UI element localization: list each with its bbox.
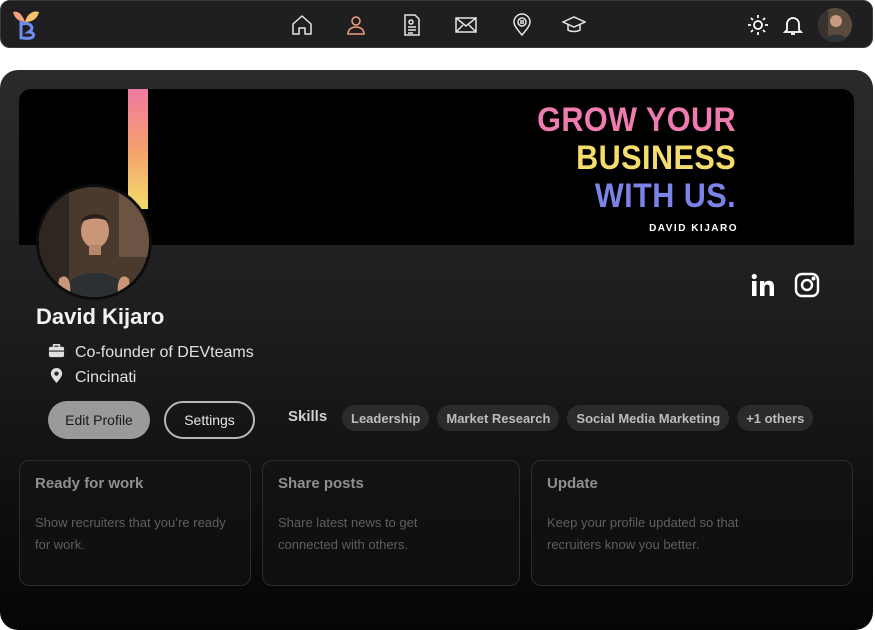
skills-label: Skills — [288, 408, 328, 425]
tile-title: Update — [547, 475, 598, 492]
profile-role: Co-founder of DEVteams — [75, 344, 254, 361]
tile-description: Share latest news to get connected with … — [278, 515, 418, 552]
profile-name: David Kijaro — [36, 304, 165, 329]
app-logo[interactable] — [9, 8, 49, 42]
update-profile-tile[interactable]: Update Keep your profile updated so that… — [531, 460, 853, 586]
more-skills-chip[interactable]: +1 others — [737, 405, 814, 431]
share-posts-tile[interactable]: Share posts Share latest news to get con… — [262, 460, 520, 586]
profile-icon[interactable] — [344, 13, 368, 37]
banner-headline-line-1: GROW YOUR — [537, 101, 736, 139]
home-icon[interactable] — [290, 13, 314, 37]
map-pin-icon — [48, 367, 65, 389]
briefcase-icon — [48, 342, 65, 364]
role-row: Co-founder of DEVteams — [48, 342, 254, 364]
mail-icon[interactable] — [454, 13, 478, 37]
top-navigation-bar — [0, 0, 873, 48]
tile-description: Keep your profile updated so that recrui… — [547, 515, 739, 552]
resume-icon[interactable] — [400, 13, 424, 37]
location-icon[interactable] — [510, 13, 534, 37]
skill-chip[interactable]: Market Research — [437, 405, 560, 431]
banner-headline-line-2: BUSINESS — [575, 139, 736, 177]
banner-headline: GROW YOUR BUSINESS WITH US. — [537, 101, 736, 215]
profile-location: Cincinati — [75, 369, 137, 386]
linkedin-icon[interactable] — [750, 272, 776, 298]
skills-list: Leadership Market Research Social Media … — [342, 405, 814, 431]
settings-button[interactable]: Settings — [164, 401, 255, 439]
tile-title: Ready for work — [35, 475, 144, 492]
tile-title: Share posts — [278, 475, 364, 492]
tile-description: Show recruiters that you’re ready for wo… — [35, 515, 226, 552]
location-row: Cincinati — [48, 367, 136, 389]
theme-toggle-icon[interactable] — [746, 13, 770, 37]
profile-photo[interactable] — [36, 184, 152, 300]
ready-for-work-tile[interactable]: Ready for work Show recruiters that you’… — [19, 460, 251, 586]
skill-chip[interactable]: Social Media Marketing — [567, 405, 730, 431]
notification-bell-icon[interactable] — [781, 13, 805, 37]
edit-profile-button[interactable]: Edit Profile — [48, 401, 150, 439]
banner-color-stripe — [128, 89, 148, 209]
graduation-cap-icon[interactable] — [562, 13, 586, 37]
profile-card: GROW YOUR BUSINESS WITH US. DAVID KIJARO — [0, 70, 873, 630]
user-avatar[interactable] — [818, 8, 852, 42]
banner-headline-line-3: WITH US. — [594, 177, 736, 215]
instagram-icon[interactable] — [794, 272, 820, 298]
banner-name: DAVID KIJARO — [649, 223, 738, 234]
skill-chip[interactable]: Leadership — [342, 405, 430, 431]
